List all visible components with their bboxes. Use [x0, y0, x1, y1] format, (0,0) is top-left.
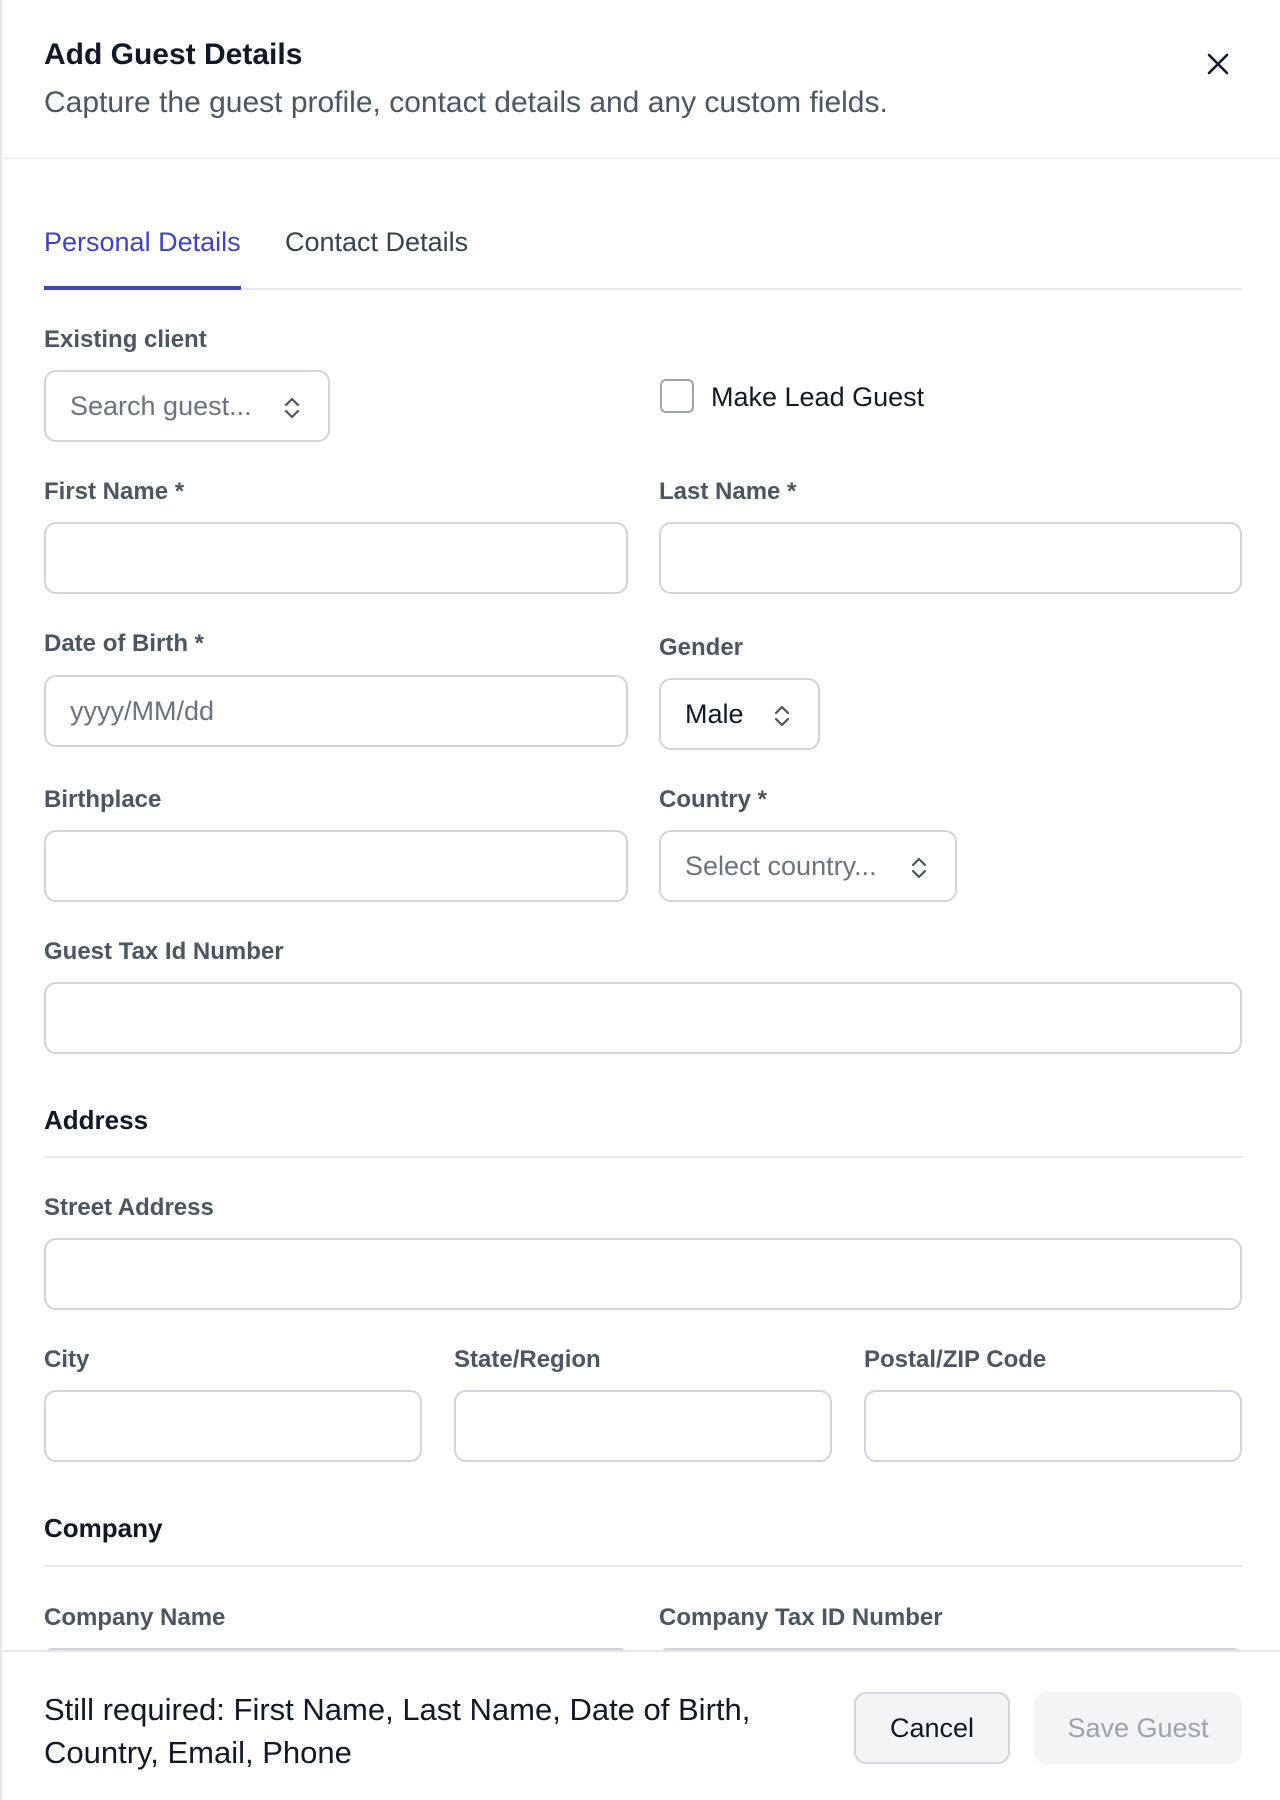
postal-code-label: Postal/ZIP Code	[864, 1346, 1047, 1373]
country-placeholder: Select country...	[685, 850, 877, 881]
make-lead-guest-checkbox[interactable]	[660, 379, 694, 413]
existing-client-select[interactable]: Search guest...	[44, 370, 330, 442]
date-of-birth-label: Date of Birth *	[44, 630, 205, 657]
chevron-up-down-icon	[774, 705, 790, 727]
address-section-title: Address	[44, 1105, 149, 1135]
country-label: Country *	[659, 786, 767, 813]
state-region-input[interactable]	[454, 1390, 832, 1462]
birthplace-input[interactable]	[44, 830, 628, 902]
gender-label: Gender	[659, 634, 744, 661]
existing-client-placeholder: Search guest...	[70, 390, 252, 421]
save-guest-button[interactable]: Save Guest	[1034, 1692, 1242, 1764]
chevron-up-down-icon	[284, 397, 300, 419]
tab-bar: Personal Details Contact Details	[44, 205, 1242, 290]
gender-value: Male	[685, 698, 744, 729]
first-name-input[interactable]	[44, 522, 628, 594]
date-of-birth-input[interactable]	[44, 675, 628, 747]
make-lead-guest-label[interactable]: Make Lead Guest	[711, 382, 924, 413]
last-name-input[interactable]	[659, 522, 1242, 594]
address-divider	[44, 1156, 1242, 1158]
tab-contact-details[interactable]: Contact Details	[285, 227, 468, 286]
tab-personal-details[interactable]: Personal Details	[44, 227, 241, 290]
guest-details-drawer: Add Guest Details Capture the guest prof…	[0, 0, 1280, 1800]
last-name-label: Last Name *	[659, 478, 797, 505]
first-name-label: First Name *	[44, 478, 185, 505]
postal-code-input[interactable]	[864, 1390, 1242, 1462]
guest-tax-id-label: Guest Tax Id Number	[44, 938, 284, 965]
country-select[interactable]: Select country...	[659, 830, 957, 902]
company-divider	[44, 1565, 1242, 1567]
birthplace-label: Birthplace	[44, 786, 162, 813]
company-tax-id-label: Company Tax ID Number	[659, 1604, 943, 1631]
company-name-label: Company Name	[44, 1604, 226, 1631]
drawer-header: Add Guest Details Capture the guest prof…	[2, 0, 1280, 159]
company-section-title: Company	[44, 1513, 163, 1543]
chevron-up-down-icon	[911, 857, 927, 879]
street-address-label: Street Address	[44, 1194, 214, 1221]
guest-tax-id-input[interactable]	[44, 982, 1242, 1054]
required-fields-note: Still required: First Name, Last Name, D…	[44, 1692, 751, 1770]
drawer-title: Add Guest Details	[44, 38, 303, 71]
cancel-button[interactable]: Cancel	[854, 1692, 1010, 1764]
drawer-footer: Still required: First Name, Last Name, D…	[2, 1650, 1280, 1800]
close-button[interactable]	[1198, 44, 1238, 84]
city-input[interactable]	[44, 1390, 422, 1462]
existing-client-label: Existing client	[44, 326, 207, 353]
gender-select[interactable]: Male	[659, 678, 820, 750]
close-icon	[1207, 53, 1229, 75]
drawer-subtitle: Capture the guest profile, contact detai…	[44, 86, 888, 119]
state-region-label: State/Region	[454, 1346, 601, 1373]
street-address-input[interactable]	[44, 1238, 1242, 1310]
city-label: City	[44, 1346, 90, 1373]
